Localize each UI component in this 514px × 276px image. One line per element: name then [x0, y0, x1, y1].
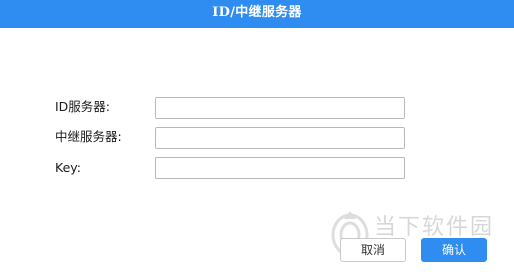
dialog-title: ID/中继服务器: [212, 5, 302, 20]
cancel-button[interactable]: 取消: [340, 238, 406, 262]
key-input[interactable]: [155, 157, 405, 179]
confirm-button[interactable]: 确认: [421, 238, 487, 262]
server-settings-dialog: ID/中继服务器 ID服务器: 中继服务器: Key: 当下软件园 取消 确认: [0, 0, 514, 276]
id-server-input[interactable]: [155, 97, 405, 119]
title-bar[interactable]: ID/中继服务器: [0, 0, 514, 28]
id-server-label: ID服务器:: [55, 99, 111, 114]
relay-server-input[interactable]: [155, 127, 405, 149]
key-label: Key:: [55, 160, 81, 175]
relay-server-label: 中继服务器:: [55, 129, 122, 144]
watermark-text: 当下软件园: [374, 215, 495, 240]
